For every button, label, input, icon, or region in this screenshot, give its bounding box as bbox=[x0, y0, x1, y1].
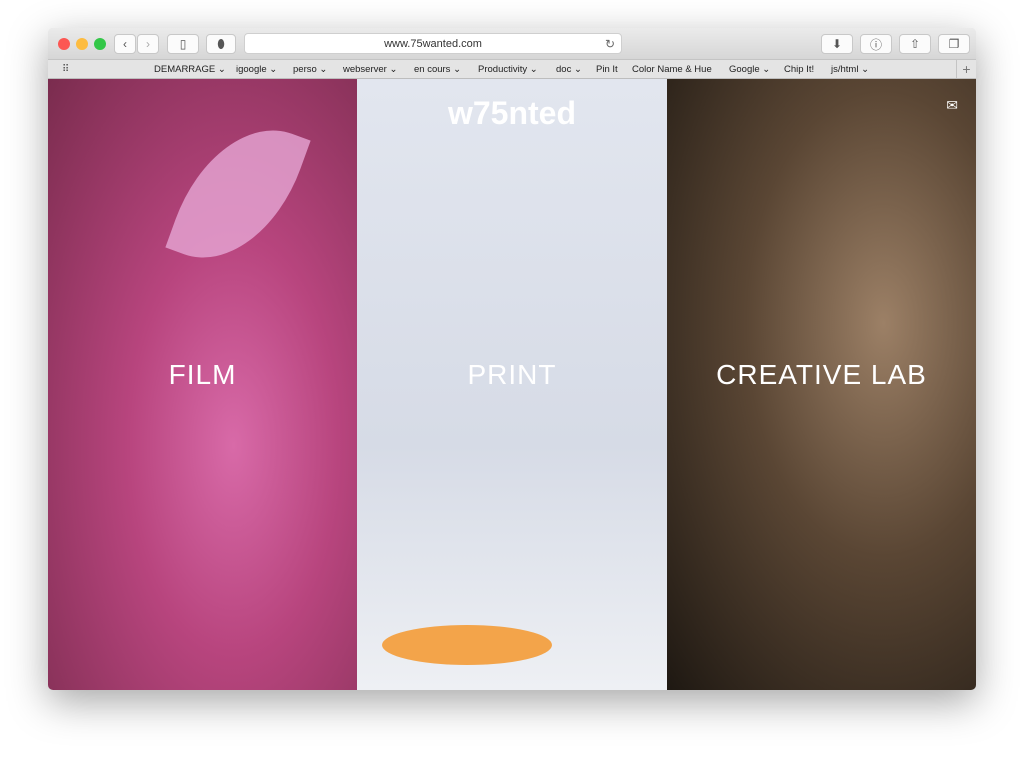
section-label: PRINT bbox=[467, 358, 557, 390]
minimize-button[interactable] bbox=[76, 38, 88, 50]
site-logo[interactable]: w75nted bbox=[448, 95, 576, 132]
address-bar[interactable]: www.75wanted.com ↻ bbox=[244, 33, 622, 54]
bookmark-webserver[interactable]: webserver ⌄ bbox=[343, 64, 397, 75]
chevron-left-icon: ‹ bbox=[123, 37, 127, 51]
info-button[interactable]: ⓘ bbox=[860, 34, 892, 54]
mail-icon[interactable]: ✉ bbox=[946, 97, 958, 114]
toolbar: ‹ › ▯ ⬮ www.75wanted.com ↻ ⬇ ⓘ ⇧ ❐ bbox=[48, 28, 976, 60]
back-button[interactable]: ‹ bbox=[114, 34, 136, 54]
bookmark-chip-it[interactable]: Chip It! bbox=[784, 64, 814, 75]
section-film[interactable]: FILM bbox=[48, 79, 357, 690]
section-label: CREATIVE LAB bbox=[716, 358, 927, 390]
bookmark-perso[interactable]: perso ⌄ bbox=[293, 64, 327, 75]
leaf-shape bbox=[165, 106, 311, 282]
bookmark-productivity[interactable]: Productivity ⌄ bbox=[478, 64, 538, 75]
honey-drop bbox=[382, 625, 552, 665]
zoom-button[interactable] bbox=[94, 38, 106, 50]
section-print[interactable]: w75nted PRINT bbox=[357, 79, 667, 690]
browser-window: ‹ › ▯ ⬮ www.75wanted.com ↻ ⬇ ⓘ ⇧ ❐ ⠿ DEMA… bbox=[48, 28, 976, 690]
forward-button[interactable]: › bbox=[137, 34, 159, 54]
bookmarks-bar: ⠿ DEMARRAGE ⌄ igoogle ⌄ perso ⌄ webserve… bbox=[48, 60, 976, 79]
share-icon: ⇧ bbox=[909, 37, 921, 51]
extension-button[interactable]: ⬮ bbox=[206, 34, 236, 54]
info-icon: ⓘ bbox=[869, 37, 882, 52]
url-text: www.75wanted.com bbox=[384, 37, 482, 50]
shield-icon: ⬮ bbox=[217, 36, 225, 51]
add-bookmark-icon[interactable]: + bbox=[956, 60, 976, 78]
grid-icon[interactable]: ⠿ bbox=[62, 64, 69, 75]
sidebar-icon: ▯ bbox=[179, 37, 187, 51]
reload-icon[interactable]: ↻ bbox=[605, 37, 615, 51]
download-icon: ⬇ bbox=[831, 37, 843, 51]
section-creative-lab[interactable]: ✉ CREATIVE LAB bbox=[667, 79, 976, 690]
share-button[interactable]: ⇧ bbox=[899, 34, 931, 54]
bookmark-en-cours[interactable]: en cours ⌄ bbox=[414, 64, 461, 75]
tabs-icon: ❐ bbox=[948, 37, 960, 51]
tabs-button[interactable]: ❐ bbox=[938, 34, 970, 54]
page-content: FILM w75nted PRINT ✉ CREATIVE LAB bbox=[48, 79, 976, 690]
bookmark-igoogle[interactable]: igoogle ⌄ bbox=[236, 64, 277, 75]
bookmark-demarrage[interactable]: DEMARRAGE ⌄ bbox=[154, 64, 226, 75]
bookmark-google[interactable]: Google ⌄ bbox=[729, 64, 770, 75]
bookmark-pin-it[interactable]: Pin It bbox=[596, 64, 618, 75]
downloads-button[interactable]: ⬇ bbox=[821, 34, 853, 54]
sidebar-button[interactable]: ▯ bbox=[167, 34, 199, 54]
chevron-right-icon: › bbox=[146, 37, 150, 51]
section-label: FILM bbox=[168, 358, 237, 390]
bookmark-doc[interactable]: doc ⌄ bbox=[556, 64, 582, 75]
close-button[interactable] bbox=[58, 38, 70, 50]
bookmark-js-html[interactable]: js/html ⌄ bbox=[831, 64, 869, 75]
bookmark-color-name-hue[interactable]: Color Name & Hue bbox=[632, 64, 712, 75]
